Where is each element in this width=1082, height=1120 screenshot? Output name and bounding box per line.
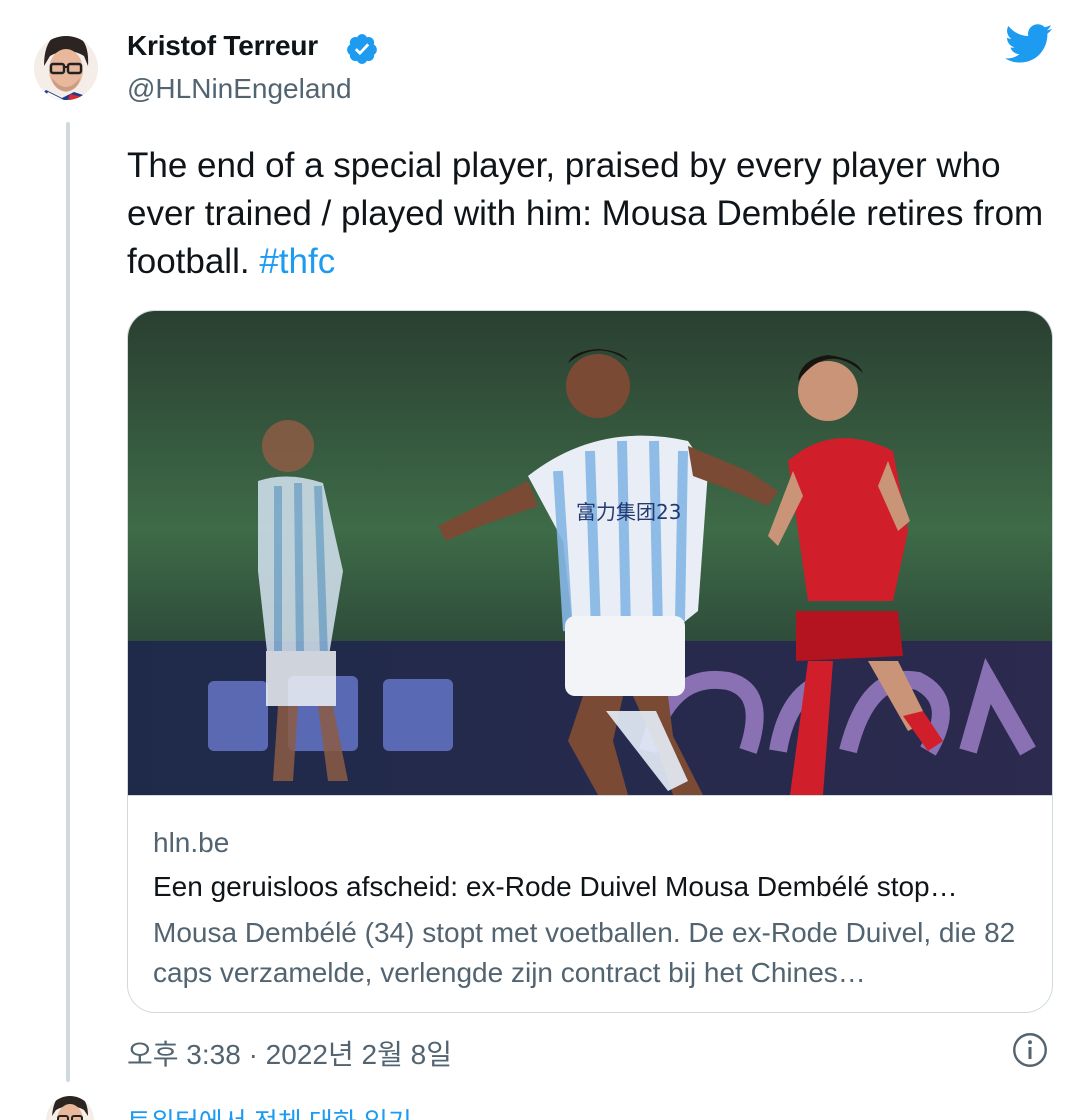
author-name[interactable]: Kristof Terreur: [127, 30, 318, 62]
verified-badge-icon: [347, 34, 377, 64]
author-avatar[interactable]: [34, 20, 98, 116]
card-divider: [128, 795, 1052, 796]
svg-text:富力集团23: 富力集团23: [576, 500, 681, 524]
reply-avatar[interactable]: [46, 1090, 94, 1120]
card-description: Mousa Dembélé (34) stopt met voetballen.…: [153, 917, 1016, 988]
link-card[interactable]: 富力集团23 hln.be Een geruisloos afscheid: e…: [127, 310, 1053, 1013]
author-handle[interactable]: @HLNinEngeland: [127, 73, 352, 105]
info-icon[interactable]: [1012, 1032, 1048, 1068]
card-domain: hln.be: [153, 827, 230, 858]
twitter-bird-icon[interactable]: [1005, 24, 1053, 64]
thread-line: [66, 122, 70, 1082]
card-title[interactable]: Een geruisloos afscheid: ex-Rode Duivel …: [153, 871, 1033, 903]
hashtag-link[interactable]: #thfc: [259, 242, 335, 281]
card-image[interactable]: 富力集团23: [128, 311, 1053, 795]
avatar-image: [34, 36, 98, 100]
tweet-timestamp[interactable]: 오후 3:38 · 2022년 2월 8일: [127, 1033, 452, 1073]
tweet-embed: Kristof Terreur @HLNinEngeland The end o…: [0, 0, 1082, 1120]
read-full-conversation-link[interactable]: 트위터에서 전체 대화 읽기: [127, 1102, 412, 1120]
reply-avatar-image: [46, 1096, 94, 1120]
tweet-text: The end of a special player, praised by …: [127, 142, 1047, 286]
